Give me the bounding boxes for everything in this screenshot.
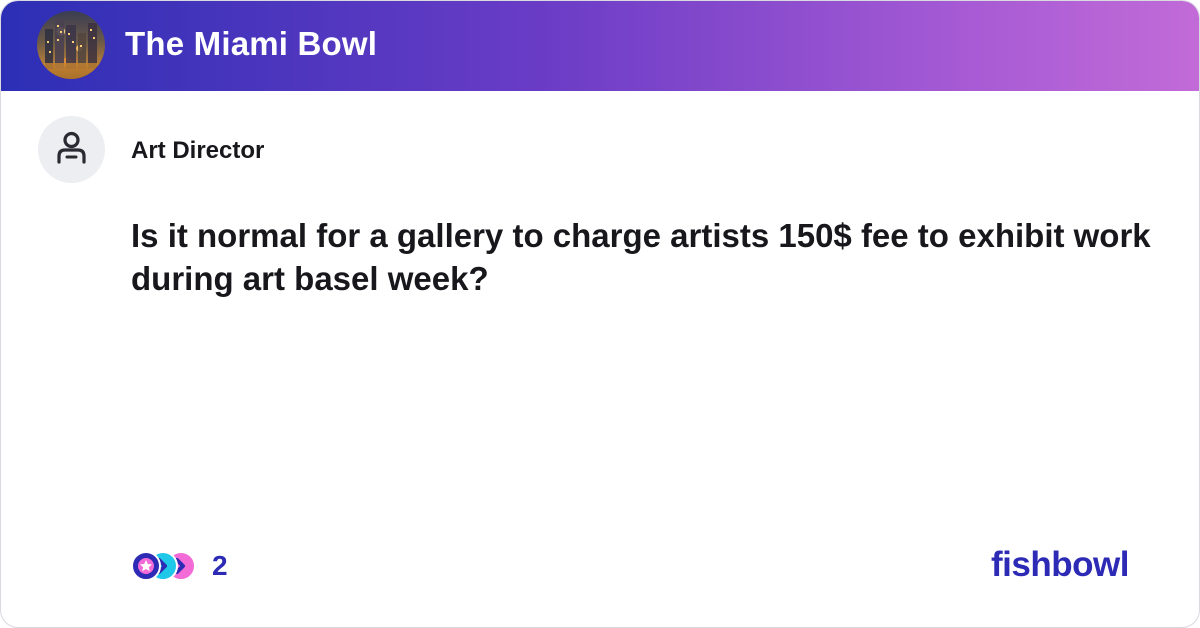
fishbowl-logo[interactable]: fishbowl: [991, 545, 1129, 585]
author-avatar: [38, 116, 105, 183]
author-title: Art Director: [131, 137, 265, 164]
bowl-title[interactable]: The Miami Bowl: [125, 25, 377, 63]
post-question[interactable]: Is it normal for a gallery to charge art…: [131, 214, 1161, 300]
reaction-heart-icon: [131, 551, 161, 581]
bowl-header: The Miami Bowl: [1, 1, 1199, 91]
bowl-avatar[interactable]: [37, 11, 105, 79]
reaction-count[interactable]: 2: [212, 550, 228, 582]
post-card: The Miami Bowl Art Director Is it normal…: [0, 0, 1200, 628]
city-skyline-icon: [37, 19, 105, 79]
reaction-icons[interactable]: [131, 549, 201, 583]
user-icon: [57, 131, 86, 164]
